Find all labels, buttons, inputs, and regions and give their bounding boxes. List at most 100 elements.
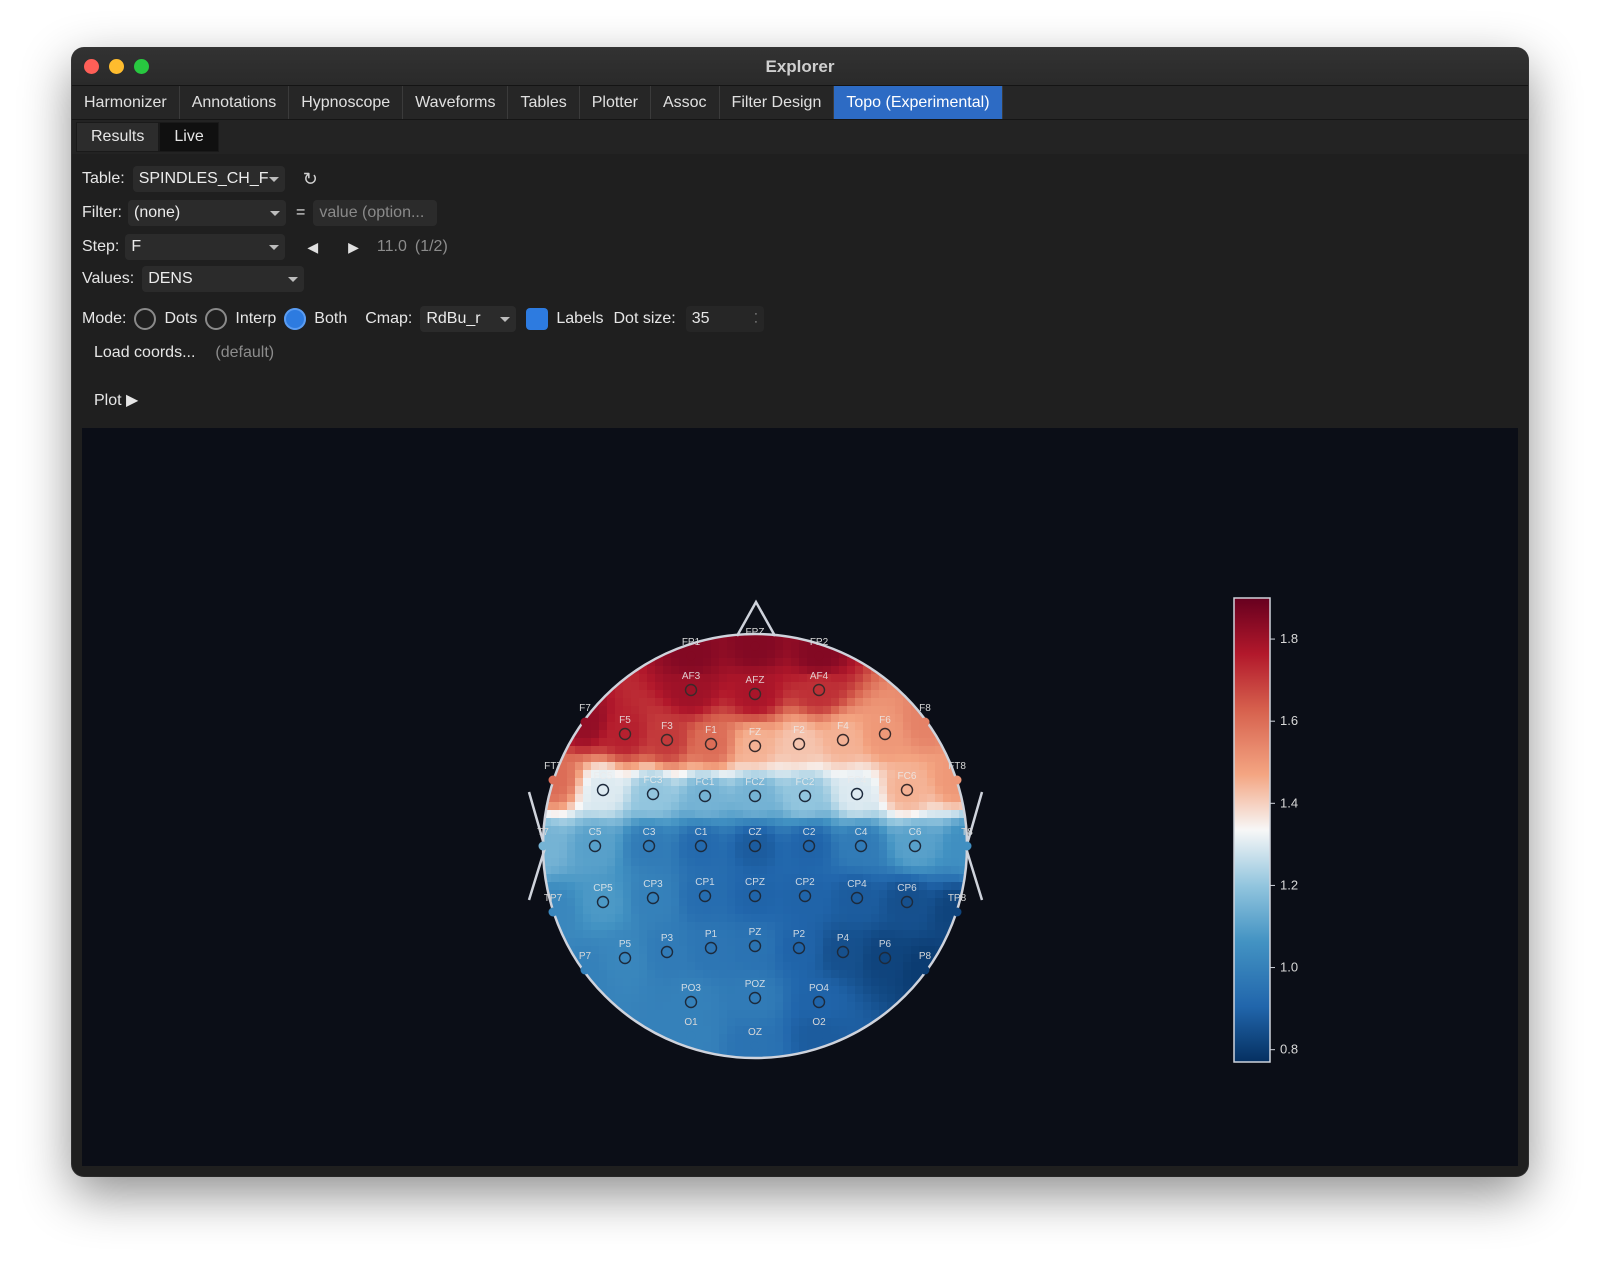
maximize-window-button[interactable]: [134, 59, 149, 74]
interp-cell: [887, 970, 896, 979]
interp-cell: [935, 786, 944, 795]
interp-cell: [607, 842, 616, 851]
tab-tables[interactable]: Tables: [508, 86, 580, 119]
interp-cell: [623, 890, 632, 899]
refresh-icon[interactable]: ↻: [303, 169, 318, 190]
interp-cell: [775, 730, 784, 739]
step-select[interactable]: F: [125, 234, 286, 260]
interp-cell: [735, 842, 744, 851]
interp-cell: [759, 858, 768, 867]
interp-cell: [879, 762, 888, 771]
tab-harmonizer[interactable]: Harmonizer: [72, 86, 180, 119]
interp-cell: [631, 930, 640, 939]
interp-cell: [767, 714, 776, 723]
interp-cell: [639, 682, 648, 691]
interp-cell: [671, 826, 680, 835]
spin-arrows-icon[interactable]: · ·: [754, 309, 758, 328]
tab-filter-design[interactable]: Filter Design: [720, 86, 835, 119]
interp-cell: [935, 866, 944, 875]
tab-assoc[interactable]: Assoc: [651, 86, 720, 119]
subtab-results[interactable]: Results: [76, 122, 160, 152]
tab-annotations[interactable]: Annotations: [180, 86, 290, 119]
interp-cell: [887, 906, 896, 915]
interp-cell: [711, 914, 720, 923]
interp-cell: [887, 834, 896, 843]
interp-cell: [775, 850, 784, 859]
tab-topo-experimental[interactable]: Topo (Experimental): [834, 86, 1003, 119]
interp-cell: [871, 690, 880, 699]
interp-cell: [695, 730, 704, 739]
interp-cell: [951, 842, 960, 851]
electrode-label-pz: PZ: [749, 927, 762, 938]
interp-cell: [919, 874, 928, 883]
interp-cell: [655, 1002, 664, 1011]
interp-cell: [759, 762, 768, 771]
interp-cell: [879, 882, 888, 891]
interp-cell: [775, 986, 784, 995]
labels-checkbox[interactable]: [526, 308, 549, 330]
interp-cell: [607, 818, 616, 827]
interp-cell: [663, 818, 672, 827]
interp-cell: [767, 722, 776, 731]
interp-cell: [703, 1010, 712, 1019]
interp-cell: [575, 874, 584, 883]
tab-plotter[interactable]: Plotter: [580, 86, 651, 119]
colorbar-tick-label: 1.2: [1280, 877, 1298, 892]
interp-cell: [639, 866, 648, 875]
subtab-live[interactable]: Live: [159, 122, 219, 152]
interp-cell: [647, 970, 656, 979]
interp-cell: [847, 994, 856, 1003]
interp-cell: [823, 850, 832, 859]
interp-cell: [655, 1018, 664, 1027]
interp-cell: [807, 954, 816, 963]
interp-cell: [799, 658, 808, 667]
interp-cell: [639, 914, 648, 923]
interp-cell: [919, 818, 928, 827]
filter-value-input[interactable]: [313, 200, 438, 226]
values-select[interactable]: DENS: [142, 266, 305, 292]
tab-waveforms[interactable]: Waveforms: [403, 86, 509, 119]
values-select-value: DENS: [148, 270, 193, 287]
interp-cell: [879, 770, 888, 779]
dotsize-spinbox[interactable]: 35 · ·: [685, 306, 764, 332]
interp-cell: [775, 874, 784, 883]
interp-cell: [623, 746, 632, 755]
interp-cell: [583, 746, 592, 755]
load-coords-button[interactable]: Load coords...: [82, 340, 207, 366]
mode-both-radio[interactable]: [284, 308, 307, 330]
interp-cell: [671, 866, 680, 875]
interp-cell: [711, 1042, 720, 1051]
electrode-label-p3: P3: [661, 933, 674, 944]
interp-cell: [591, 842, 600, 851]
interp-cell: [911, 922, 920, 931]
interp-cell: [631, 938, 640, 947]
plot-button[interactable]: Plot ▶: [82, 386, 150, 414]
interp-cell: [671, 898, 680, 907]
electrode-o2: [814, 1031, 824, 1041]
cmap-select[interactable]: RdBu_r: [420, 306, 517, 332]
tab-hypnoscope[interactable]: Hypnoscope: [289, 86, 404, 119]
interp-cell: [911, 962, 920, 971]
interp-cell: [727, 922, 736, 931]
interp-cell: [623, 882, 632, 891]
interp-cell: [679, 954, 688, 963]
interp-cell: [799, 1018, 808, 1027]
filter-select[interactable]: (none): [128, 200, 286, 226]
step-next-icon[interactable]: ▶: [348, 239, 359, 256]
electrode-label-oz: OZ: [748, 1027, 762, 1038]
interp-cell: [735, 722, 744, 731]
electrode-label-p6: P6: [879, 939, 892, 950]
interp-cell: [871, 834, 880, 843]
interp-cell: [879, 794, 888, 803]
minimize-window-button[interactable]: [109, 59, 124, 74]
interp-cell: [855, 810, 864, 819]
mode-interp-radio[interactable]: [205, 308, 228, 330]
interp-cell: [575, 802, 584, 811]
interp-cell: [703, 714, 712, 723]
table-select[interactable]: SPINDLES_CH_F: [132, 166, 285, 192]
close-window-button[interactable]: [84, 59, 99, 74]
step-prev-icon[interactable]: ◀: [307, 239, 318, 256]
interp-cell: [863, 938, 872, 947]
interp-cell: [663, 698, 672, 707]
mode-dots-radio[interactable]: [134, 308, 157, 330]
